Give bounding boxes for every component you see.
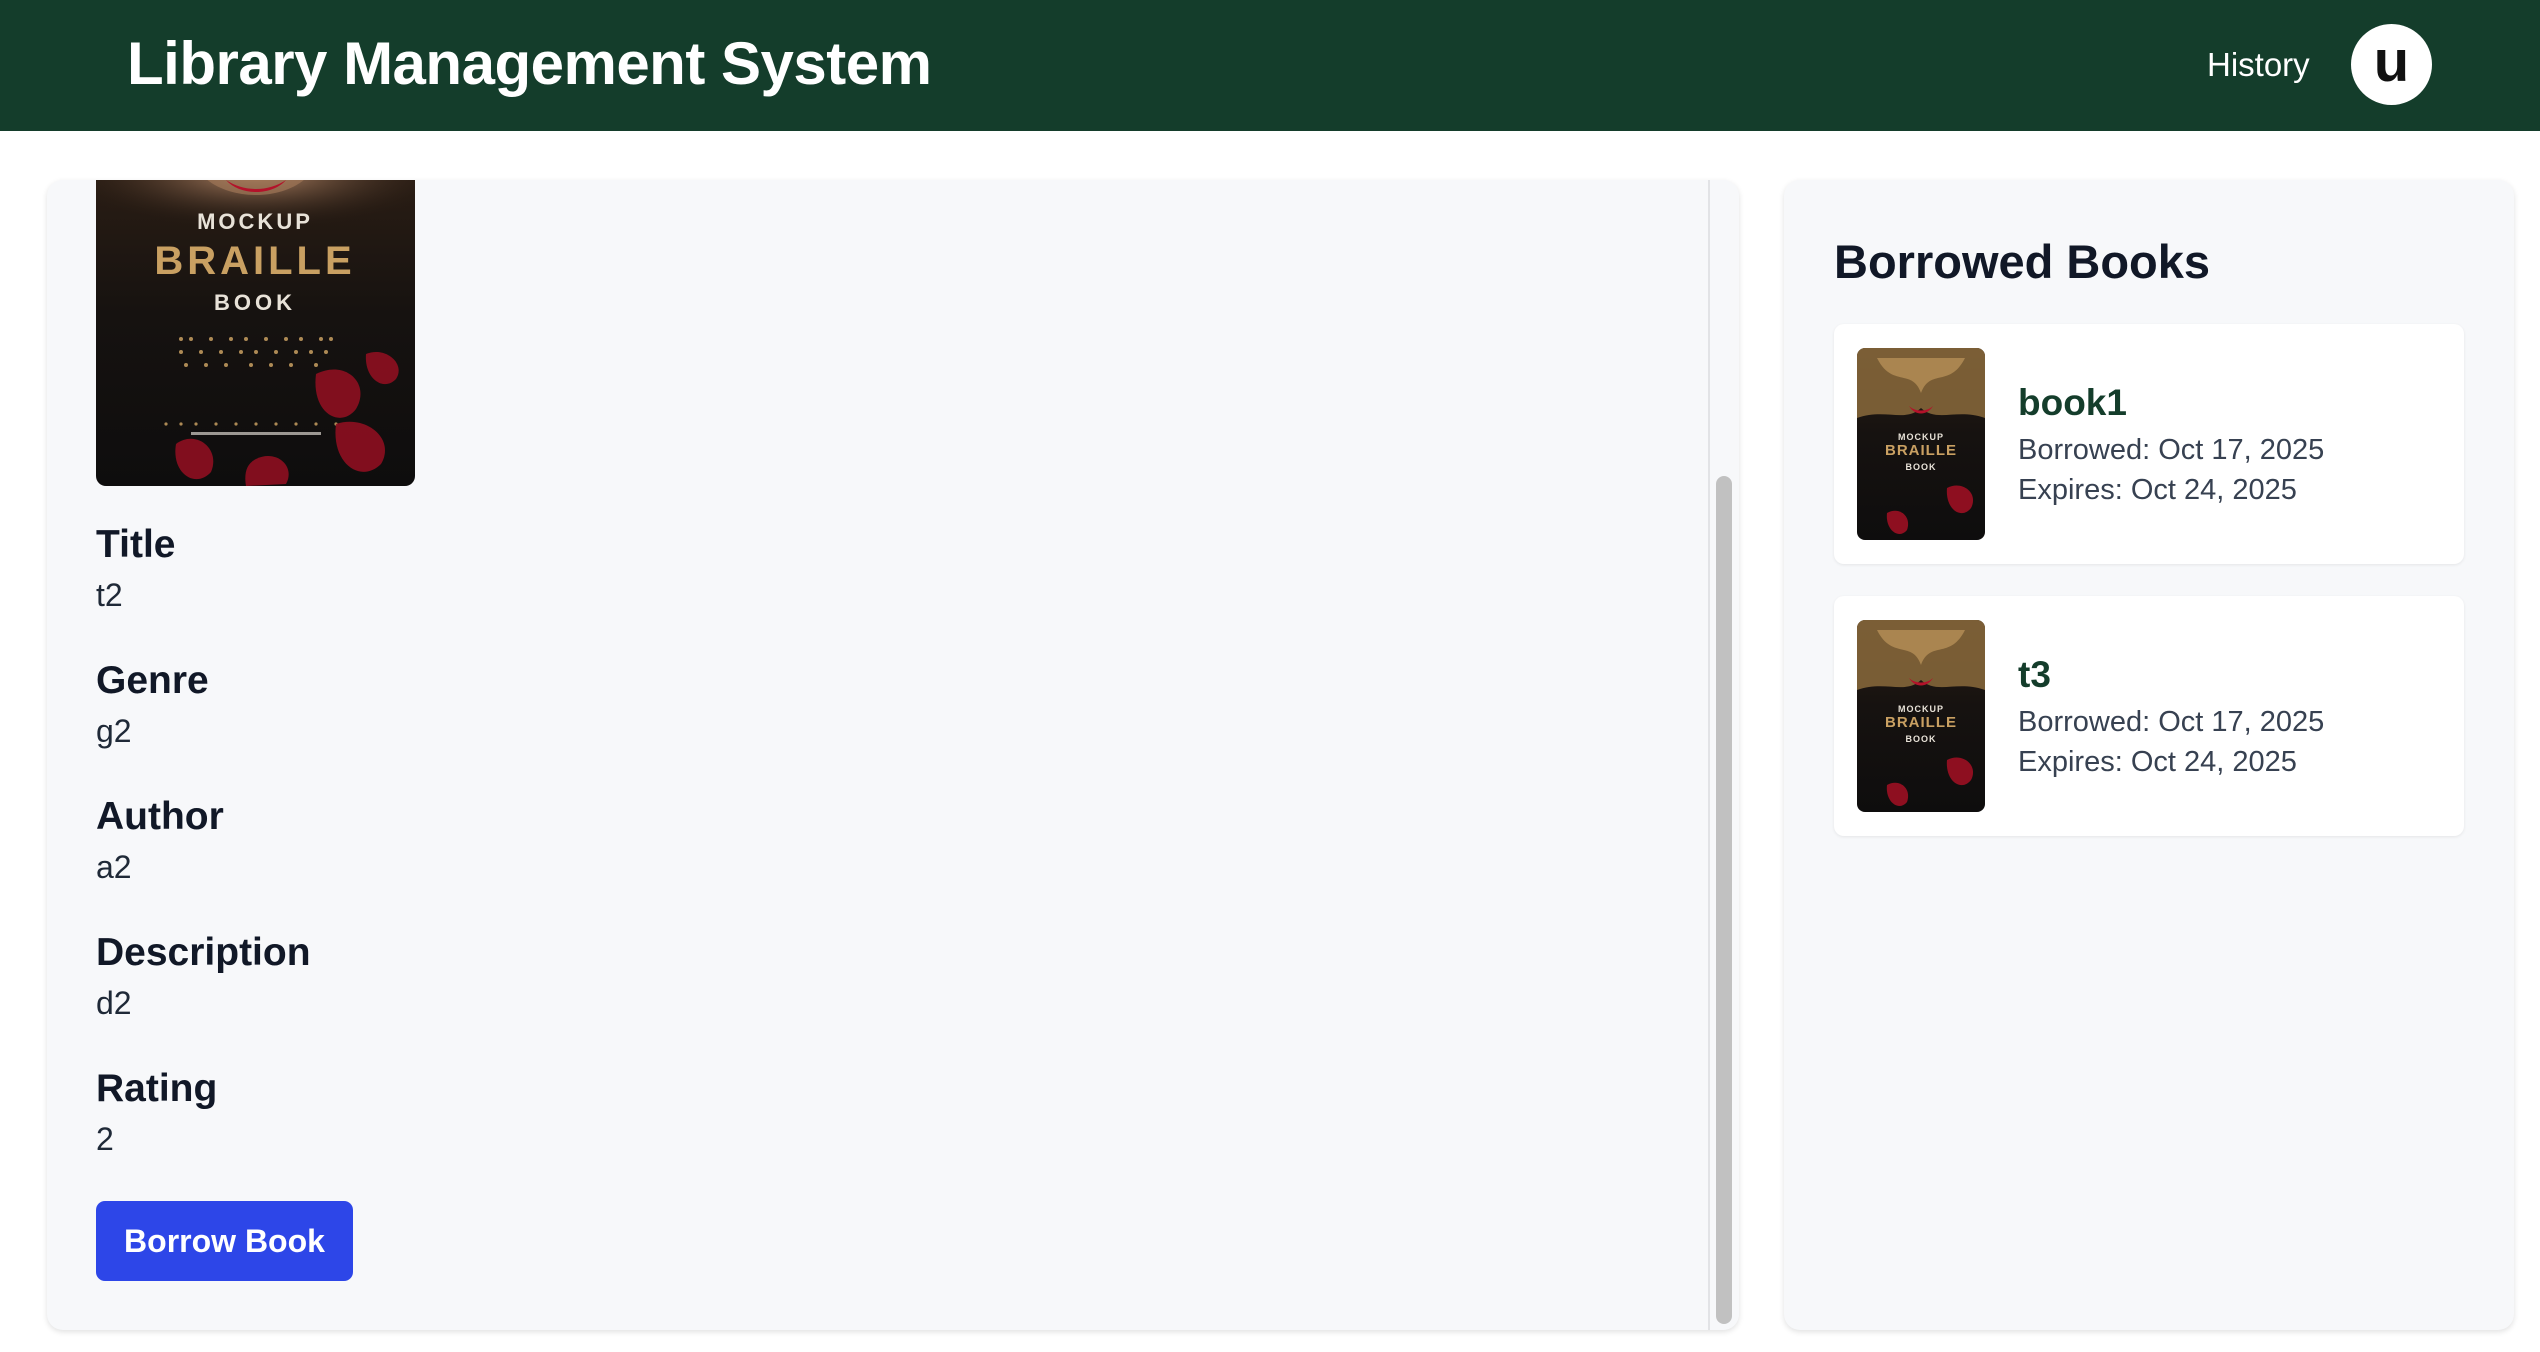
borrowed-books-title: Borrowed Books xyxy=(1834,235,2211,288)
app-header: Library Management System History u xyxy=(0,0,2540,131)
borrowed-book-title: t3 xyxy=(2018,654,2051,695)
avatar-initial: u xyxy=(2373,28,2410,94)
book-thumbnail: MOCKUP BRAILLE BOOK xyxy=(1857,348,1985,540)
title-value: t2 xyxy=(96,577,123,613)
expires-date: Expires: Oct 24, 2025 xyxy=(2018,746,2297,778)
borrowed-date: Borrowed: Oct 17, 2025 xyxy=(2018,434,2325,466)
thumb-line3: BOOK xyxy=(1906,462,1937,472)
borrowed-book-card[interactable]: MOCKUP BRAILLE BOOK t3 Borrowed: Oct 17,… xyxy=(1834,596,2464,836)
title-label: Title xyxy=(96,523,176,566)
borrowed-date: Borrowed: Oct 17, 2025 xyxy=(2018,706,2325,738)
genre-label: Genre xyxy=(96,659,209,702)
expires-date: Expires: Oct 24, 2025 xyxy=(2018,474,2297,506)
description-label: Description xyxy=(96,931,311,974)
book-thumbnail: MOCKUP BRAILLE BOOK xyxy=(1857,620,1985,812)
history-link[interactable]: History xyxy=(2207,42,2310,88)
genre-value: g2 xyxy=(96,713,132,749)
borrowed-book-title: book1 xyxy=(2018,382,2127,423)
author-value: a2 xyxy=(96,849,132,885)
cover-line3: BOOK xyxy=(214,290,296,315)
description-value: d2 xyxy=(96,985,132,1021)
thumb-line1: MOCKUP xyxy=(1898,432,1944,442)
thumb-line3: BOOK xyxy=(1906,734,1937,744)
scrollbar-thumb[interactable] xyxy=(1716,476,1732,1324)
author-label: Author xyxy=(96,795,224,838)
cover-line2: BRAILLE xyxy=(154,239,355,283)
borrowed-book-card[interactable]: MOCKUP BRAILLE BOOK book1 Borrowed: Oct … xyxy=(1834,324,2464,564)
thumb-line2: BRAILLE xyxy=(1885,714,1957,731)
thumb-line2: BRAILLE xyxy=(1885,442,1957,459)
user-avatar[interactable]: u xyxy=(2351,24,2432,105)
borrow-book-button[interactable]: Borrow Book xyxy=(96,1201,353,1281)
book-cover-image: MOCKUP BRAILLE BOOK xyxy=(96,180,415,486)
thumb-line1: MOCKUP xyxy=(1898,704,1944,714)
rating-label: Rating xyxy=(96,1067,218,1110)
cover-line1: MOCKUP xyxy=(197,209,313,234)
app-title: Library Management System xyxy=(127,30,932,97)
rating-value: 2 xyxy=(96,1121,114,1157)
borrowed-books-panel: Borrowed Books MOCKUP BRAILLE BOOK book1… xyxy=(1784,180,2514,1330)
book-detail-panel: MOCKUP BRAILLE BOOK Title t2 Genre g2 Au… xyxy=(47,180,1739,1330)
